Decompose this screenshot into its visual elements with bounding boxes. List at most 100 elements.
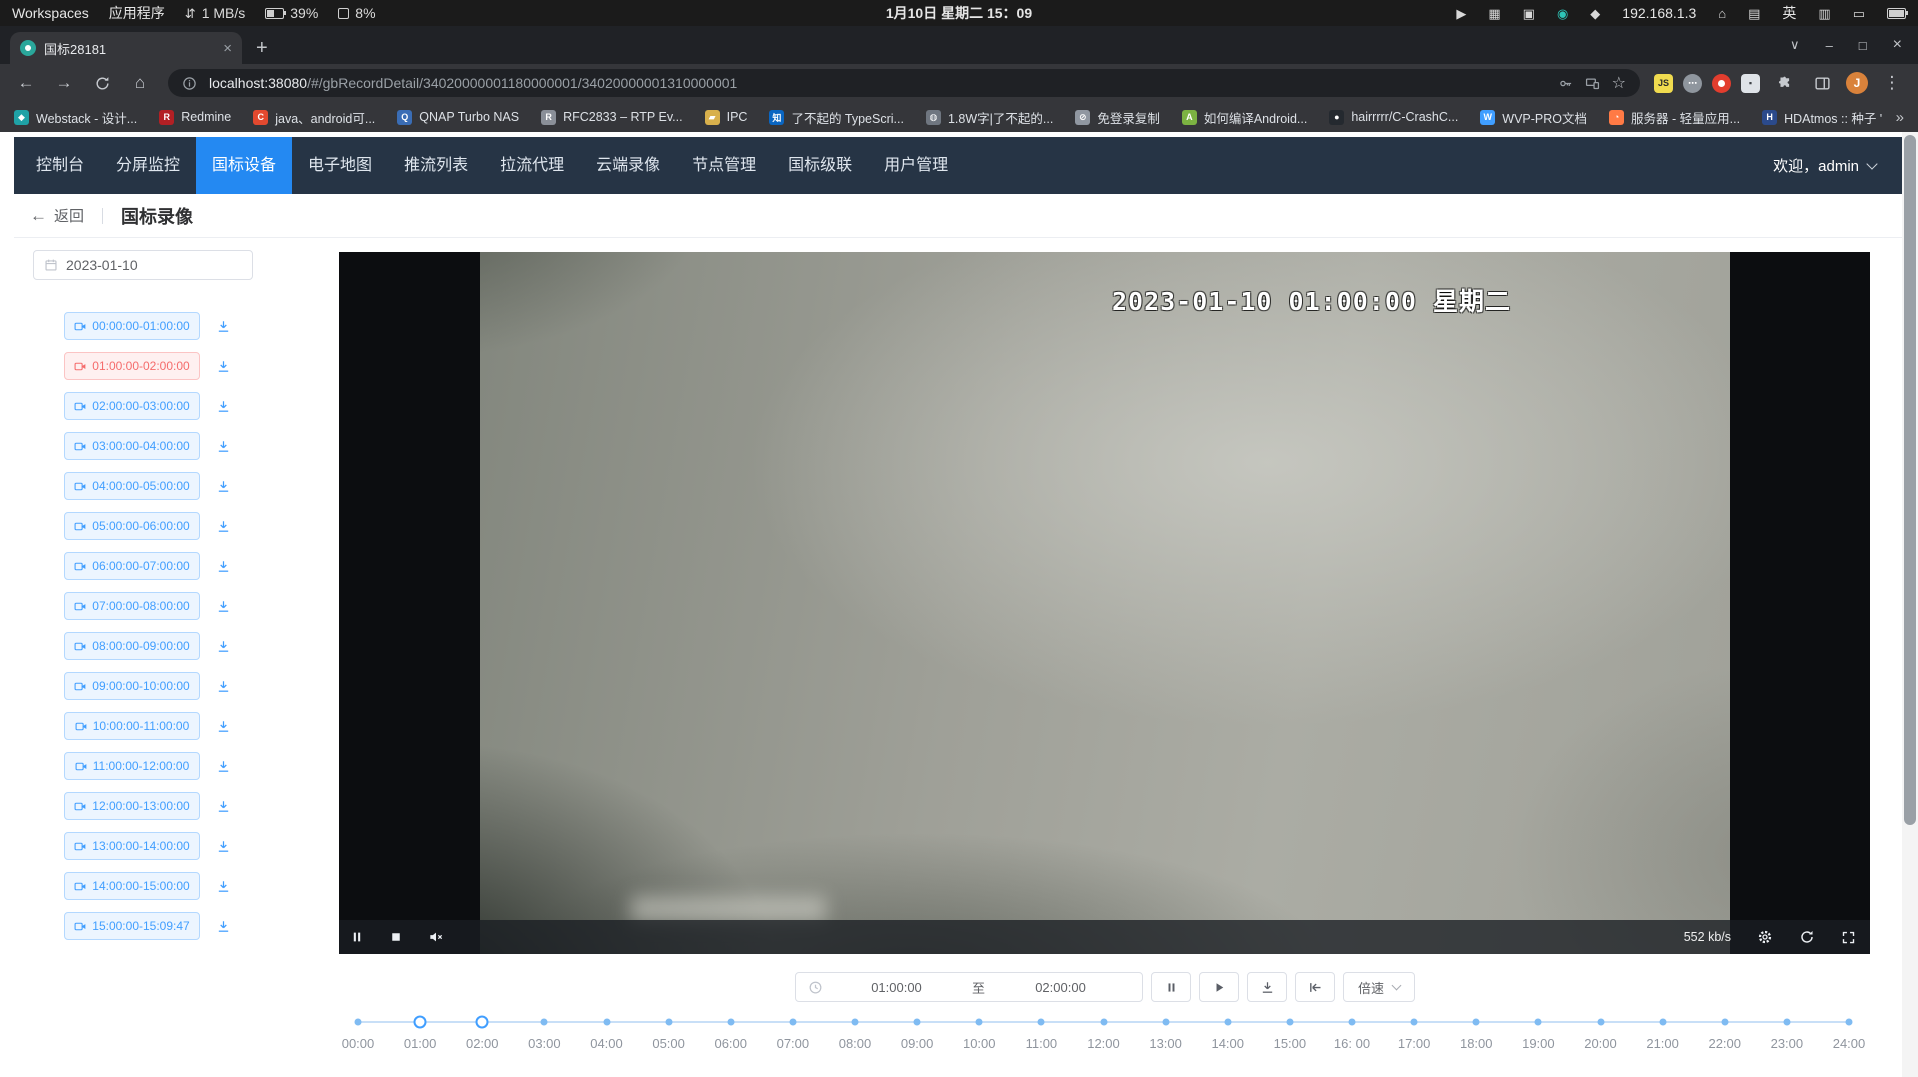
home-icon[interactable]: ⌂ (1718, 7, 1726, 20)
skip-back-button[interactable] (1295, 972, 1335, 1002)
window-maximize-button[interactable]: □ (1859, 38, 1867, 53)
segment-download-button[interactable] (216, 319, 231, 334)
segment-button[interactable]: 05:00:00-06:00:00 (64, 512, 200, 540)
segment-download-button[interactable] (216, 839, 231, 854)
page-scrollbar[interactable] (1902, 132, 1918, 1077)
segment-button[interactable]: 14:00:00-15:00:00 (64, 872, 200, 900)
forward-button[interactable]: → (50, 69, 78, 97)
play-button[interactable] (1199, 972, 1239, 1002)
reload-button[interactable] (88, 69, 116, 97)
segment-download-button[interactable] (216, 439, 231, 454)
extensions-puzzle-icon[interactable] (1770, 69, 1798, 97)
bookmark-item[interactable]: C java、android可... (253, 108, 375, 127)
video-player[interactable]: 2023-01-10 01:00:00 星期二 552 kb/s (339, 252, 1870, 954)
segment-button[interactable]: 11:00:00-12:00:00 (64, 752, 200, 780)
site-info-icon[interactable] (182, 76, 197, 91)
segment-download-button[interactable] (216, 399, 231, 414)
nav-tab[interactable]: 国标级联 (772, 137, 868, 194)
nav-tab[interactable]: 拉流代理 (484, 137, 580, 194)
bookmark-item[interactable]: A 如何编译Android... (1182, 108, 1308, 127)
segment-button[interactable]: 12:00:00-13:00:00 (64, 792, 200, 820)
browser-tab[interactable]: 国标28181 × (10, 32, 242, 64)
bookmark-item[interactable]: Q QNAP Turbo NAS (397, 110, 519, 125)
segment-download-button[interactable] (216, 719, 231, 734)
window-minimize-button[interactable]: – (1826, 38, 1833, 53)
tab-close-icon[interactable]: × (223, 41, 232, 56)
browser-home-button[interactable]: ⌂ (126, 69, 154, 97)
back-button-label[interactable]: 返回 (54, 205, 84, 226)
profile-avatar[interactable]: J (1846, 72, 1868, 94)
segment-button[interactable]: 02:00:00-03:00:00 (64, 392, 200, 420)
keyboard-icon[interactable]: ▥ (1818, 7, 1830, 20)
bookmark-item[interactable]: ◔ 服务器 - 轻量应用... (1609, 108, 1740, 127)
player-settings-icon[interactable] (1757, 929, 1773, 945)
nav-tab[interactable]: 控制台 (20, 137, 100, 194)
nav-tab[interactable]: 电子地图 (292, 137, 388, 194)
display-icon[interactable]: ▭ (1853, 7, 1865, 20)
segment-download-button[interactable] (216, 359, 231, 374)
extension-icon-4[interactable]: ▪ (1741, 74, 1760, 93)
input-language-indicator[interactable]: 英 (1782, 3, 1796, 23)
clock[interactable]: 1月10日 星期二 15：09 (886, 3, 1032, 23)
status-circle-icon[interactable]: ◉ (1557, 7, 1568, 20)
bookmark-item[interactable]: ◍ 1.8W字|了不起的... (926, 108, 1053, 127)
nav-tab[interactable]: 节点管理 (676, 137, 772, 194)
segment-download-button[interactable] (216, 479, 231, 494)
segment-button[interactable]: 03:00:00-04:00:00 (64, 432, 200, 460)
segment-button[interactable]: 01:00:00-02:00:00 (64, 352, 200, 380)
player-pause-button[interactable] (350, 930, 364, 944)
back-arrow-icon[interactable]: ← (30, 206, 47, 226)
nav-tab[interactable]: 国标设备 (196, 137, 292, 194)
date-picker-input[interactable]: 2023-01-10 (33, 250, 253, 280)
playback-speed-dropdown[interactable]: 倍速 (1343, 972, 1415, 1002)
extension-icon-2[interactable]: ⋯ (1683, 74, 1702, 93)
screen-record-icon[interactable]: ▶ (1456, 7, 1466, 20)
player-stop-button[interactable] (390, 931, 402, 943)
pause-button[interactable] (1151, 972, 1191, 1002)
window-close-button[interactable]: × (1893, 36, 1902, 54)
tools-icon[interactable]: ◆ (1590, 7, 1600, 20)
bookmark-item[interactable]: H HDAtmos :: 种子 "... (1762, 108, 1882, 127)
time-range-input[interactable]: 01:00:00 至 02:00:00 (795, 972, 1143, 1002)
segment-download-button[interactable] (216, 639, 231, 654)
bookmark-item[interactable]: ◆ Webstack - 设计... (14, 108, 137, 127)
password-key-icon[interactable] (1558, 76, 1573, 91)
app-grid-icon[interactable]: ▤ (1748, 7, 1760, 20)
segment-download-button[interactable] (216, 879, 231, 894)
player-fullscreen-icon[interactable] (1841, 930, 1856, 945)
back-button[interactable]: ← (12, 69, 40, 97)
bookmark-item[interactable]: ⊘ 免登录复制 (1075, 108, 1160, 127)
side-panel-icon[interactable] (1808, 69, 1836, 97)
segment-download-button[interactable] (216, 679, 231, 694)
segment-button[interactable]: 07:00:00-08:00:00 (64, 592, 200, 620)
segment-button[interactable]: 13:00:00-14:00:00 (64, 832, 200, 860)
tray-battery-icon[interactable] (1887, 8, 1906, 19)
segment-download-button[interactable] (216, 599, 231, 614)
segment-download-button[interactable] (216, 799, 231, 814)
extension-js-icon[interactable]: JS (1654, 74, 1673, 93)
download-button[interactable] (1247, 972, 1287, 1002)
bookmark-item[interactable]: W WVP-PRO文档 (1480, 108, 1587, 127)
workspaces-menu[interactable]: Workspaces (12, 5, 89, 21)
scrollbar-thumb[interactable] (1904, 135, 1916, 825)
clipboard-icon[interactable]: ▣ (1523, 7, 1535, 20)
segment-download-button[interactable] (216, 919, 231, 934)
segment-button[interactable]: 08:00:00-09:00:00 (64, 632, 200, 660)
player-mute-button[interactable] (428, 929, 444, 945)
user-menu[interactable]: 欢迎，admin (1773, 155, 1902, 176)
send-to-devices-icon[interactable] (1585, 76, 1600, 91)
segment-button[interactable]: 15:00:00-15:09:47 (64, 912, 200, 940)
segment-download-button[interactable] (216, 759, 231, 774)
nav-tab[interactable]: 云端录像 (580, 137, 676, 194)
segment-download-button[interactable] (216, 559, 231, 574)
nav-tab[interactable]: 用户管理 (868, 137, 964, 194)
tab-search-icon[interactable]: ∨ (1790, 37, 1800, 53)
segment-button[interactable]: 06:00:00-07:00:00 (64, 552, 200, 580)
timeline-slider[interactable]: 00:0001:0002:0003:0004:0005:0006:0007:00… (358, 1012, 1849, 1058)
bookmark-item[interactable]: 知 了不起的 TypeScri... (769, 108, 904, 127)
extension-adblock-icon[interactable] (1712, 74, 1731, 93)
ip-address-indicator[interactable]: 192.168.1.3 (1622, 5, 1696, 21)
bookmark-star-icon[interactable]: ☆ (1612, 73, 1626, 93)
segment-download-button[interactable] (216, 519, 231, 534)
player-reload-icon[interactable] (1799, 929, 1815, 945)
